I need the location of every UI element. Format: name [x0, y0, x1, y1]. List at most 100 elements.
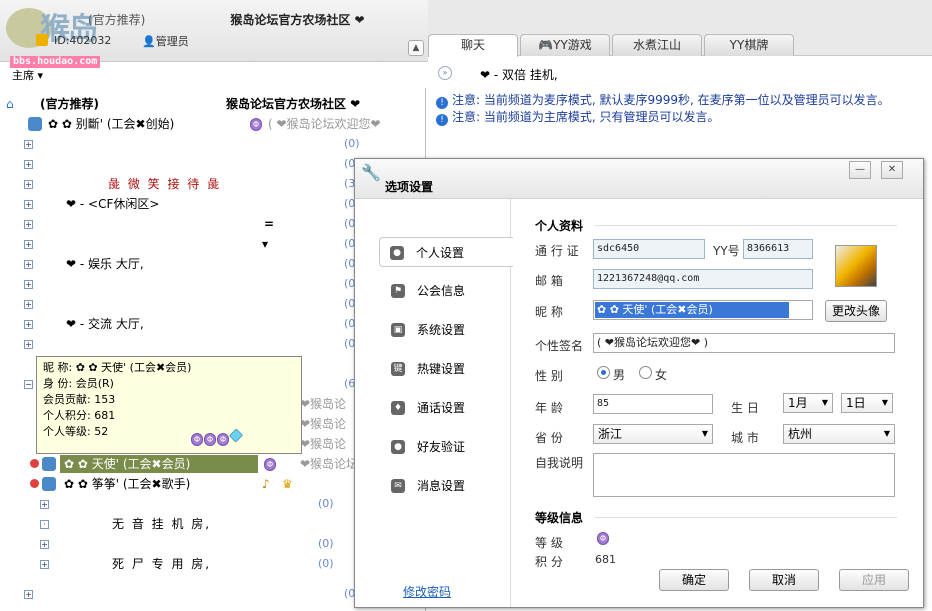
mic-off-icon [30, 459, 39, 468]
ok-button[interactable]: 确定 [659, 569, 729, 591]
tab-chat[interactable]: 聊天 [428, 34, 518, 57]
email-field[interactable]: 1221367248@qq.com [593, 269, 813, 289]
cancel-button[interactable]: 取消 [749, 569, 819, 591]
expand-icon: + [24, 200, 33, 209]
minimize-button[interactable]: — [849, 161, 871, 179]
nav-call[interactable]: ♦ 通话设置 [381, 393, 511, 423]
dialog-title: 选项设置 [385, 180, 434, 194]
scroll-icon[interactable]: » [438, 66, 452, 80]
expand-icon: + [24, 280, 33, 289]
city-select[interactable]: 杭州 ▼ [783, 424, 895, 444]
lock-icon [36, 34, 48, 46]
divider [595, 225, 897, 226]
nav-message[interactable]: ✉ 消息设置 [381, 471, 511, 501]
list-item[interactable]: + 彘 微 笑 接 待 彘 (3) [0, 174, 410, 194]
mode-select[interactable]: 主席 ▾ [12, 67, 43, 83]
change-password-link[interactable]: 修改密码 [403, 583, 451, 600]
list-item[interactable]: · 无 音 挂 机 房, [0, 514, 410, 534]
options-dialog: 🔧 选项设置 — ✕ ● 个人设置 ⚑ 公会信息 ▣ 系统设置 键热键设置 ♦ 通话设置… [354, 158, 924, 608]
expand-icon: + [24, 340, 33, 349]
owner-row[interactable]: ✿ ✿ 别斷' (工会✖创始) Φ ( ❤猴岛论坛欢迎您❤ [0, 114, 410, 134]
gender-female-radio[interactable] [639, 366, 652, 379]
gender-male-radio[interactable] [597, 366, 610, 379]
nickname-field[interactable]: ✿ ✿ 天使' (工会✖会员) [593, 300, 813, 320]
tab-yy-chess[interactable]: YY棋牌 [704, 34, 794, 56]
avatar [835, 245, 877, 287]
gender-male-label[interactable]: 男 [613, 366, 625, 383]
chat-area: » ❤ - 双倍 挂机, ! 注意: 当前频道为麦序模式, 默认麦序9999秒, … [430, 58, 932, 168]
tab-yy-game[interactable]: 🎮YY游戏 [520, 34, 610, 56]
list-item[interactable]: + (0) [0, 274, 410, 294]
collapse-icon: − [24, 380, 33, 389]
crown-icon: ♛ [282, 477, 293, 491]
birth-month-select[interactable]: 1月 ▼ [783, 393, 833, 413]
list-item[interactable]: + (0) [0, 334, 410, 354]
info-icon: ! [436, 114, 448, 126]
user-status-icon [42, 457, 56, 471]
signature-field[interactable]: ( ❤猴岛论坛欢迎您❤ ) [593, 333, 895, 353]
tree-root[interactable]: ⌂ (官方推荐) 猴岛论坛官方农场社区 ❤ [0, 94, 410, 114]
user-row[interactable]: ✿ ✿ 筝筝' (工会✖歌手) ♪ ♛ [0, 474, 410, 494]
expand-icon: + [24, 300, 33, 309]
message-icon: ✉ [391, 479, 405, 493]
expand-icon: + [24, 160, 33, 169]
nav-friend-verify[interactable]: ● 好友验证 [381, 432, 511, 462]
list-item[interactable]: + (0) [0, 534, 410, 554]
level-badge-icon: Φ [250, 118, 262, 131]
list-item[interactable]: + (0) [0, 134, 410, 154]
nav-guild[interactable]: ⚑ 公会信息 [381, 276, 511, 306]
microphone-icon: ♦ [391, 401, 405, 415]
list-item[interactable]: + ❤ - <CF休闲区> (0) [0, 194, 410, 214]
list-item[interactable]: + ❤ - 交流 大厅, (0) [0, 314, 410, 334]
expand-icon: + [40, 540, 49, 549]
passport-label: 通 行 证 [535, 244, 579, 258]
dialog-titlebar[interactable]: 🔧 选项设置 — ✕ [355, 159, 923, 199]
list-item[interactable]: + 死 尸 专 用 房, (0) [0, 554, 410, 574]
list-item[interactable]: + (0) [0, 154, 410, 174]
nav-system[interactable]: ▣ 系统设置 [381, 315, 511, 345]
tab-bar: 聊天 🎮YY游戏 水煮江山 YY棋牌 [428, 0, 932, 57]
gamepad-icon: 🎮 [538, 38, 554, 52]
province-select[interactable]: 浙江 ▼ [593, 424, 713, 444]
level-badge-icon: Φ [597, 532, 609, 545]
user-tooltip: 昵 称: ✿ ✿ 天使' (工会✖会员) 身 份: 会员(R) 会员贡献: 15… [36, 356, 302, 454]
expand-icon: + [40, 500, 49, 509]
birth-day-select[interactable]: 1日 ▼ [841, 393, 893, 413]
nav-hotkey[interactable]: 键热键设置 [381, 354, 511, 384]
list-item[interactable]: + ❤ - 娱乐 大厅, (0) [0, 254, 410, 274]
wrench-icon: 🔧 [361, 163, 381, 182]
age-label: 年 龄 [535, 401, 563, 415]
room-icon: · [40, 520, 49, 529]
chat-notice: ! 注意: 当前频道为主席模式, 只有管理员可以发言。 [436, 108, 720, 126]
passport-field: sdc6450 [593, 239, 705, 259]
nav-personal[interactable]: ● 个人设置 [379, 237, 513, 267]
change-avatar-button[interactable]: 更改头像 [825, 300, 887, 322]
list-item[interactable]: + = (0) [0, 214, 410, 234]
singer-icon: ♪ [262, 477, 270, 491]
list-item[interactable]: + (0) [0, 294, 410, 314]
points-value: 681 [595, 553, 616, 566]
chat-channel-line: ❤ - 双倍 挂机, [480, 68, 558, 82]
bio-textarea[interactable] [593, 453, 895, 497]
level-badge-icon: Φ [264, 458, 276, 471]
email-label: 邮 箱 [535, 274, 563, 288]
list-item[interactable]: + (0) [0, 584, 410, 604]
close-button[interactable]: ✕ [881, 161, 903, 179]
expand-icon: + [24, 180, 33, 189]
user-status-icon [28, 117, 42, 131]
apply-button[interactable]: 应用 [839, 569, 909, 591]
expand-icon: + [24, 320, 33, 329]
selected-user-row[interactable]: ✿ ✿ 天使' (工会✖会员) Φ ❤猴岛论坛 [0, 454, 410, 474]
gender-female-label[interactable]: 女 [655, 366, 667, 383]
expand-icon: + [24, 590, 33, 599]
list-item[interactable]: + ▾ (0) [0, 234, 410, 254]
key-icon: 键 [391, 362, 405, 376]
flag-icon: ⚑ [391, 284, 405, 298]
dialog-nav: ● 个人设置 ⚑ 公会信息 ▣ 系统设置 键热键设置 ♦ 通话设置 ● 好友验证 ✉ 消息设… [355, 199, 513, 607]
age-field[interactable]: 85 [593, 394, 713, 414]
collapse-button[interactable]: ▲ [408, 40, 424, 56]
channel-id: ID:402032 [36, 34, 111, 47]
list-item[interactable]: + (0) [0, 494, 410, 514]
yy-number-field: 8366613 [743, 239, 813, 259]
tab-shuizhu[interactable]: 水煮江山 [612, 34, 702, 56]
